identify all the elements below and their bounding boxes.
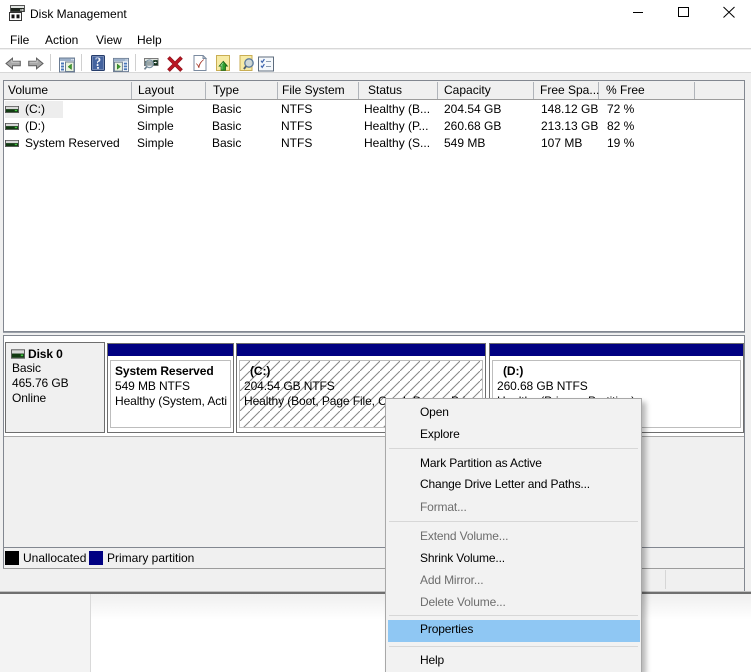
svg-text:?: ?	[94, 55, 100, 69]
